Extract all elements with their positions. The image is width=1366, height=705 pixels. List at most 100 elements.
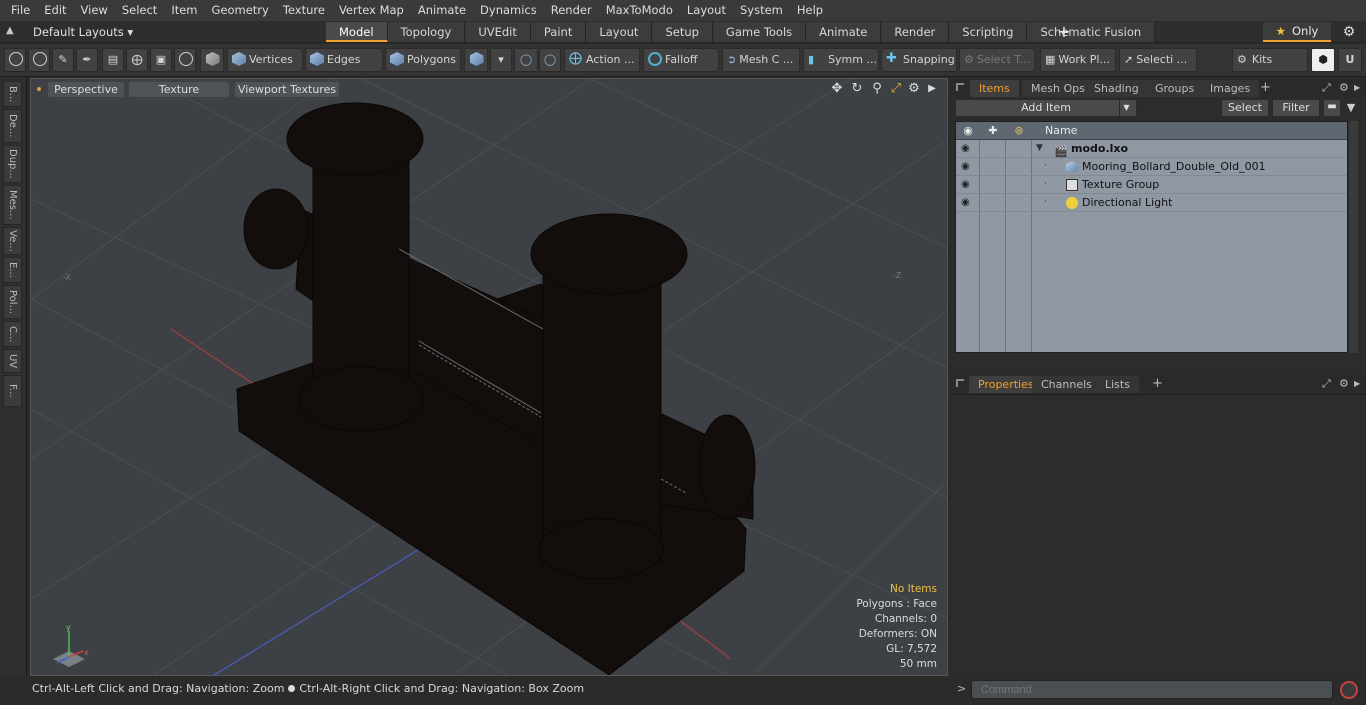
transform-button[interactable]: ▣ [150,48,172,72]
funnel-icon[interactable]: ▼ [1343,100,1359,116]
pen-button[interactable]: ✎ [52,48,74,72]
tool-vertex[interactable]: Ve... [3,227,22,255]
chevron-down-icon[interactable]: ▼ [1119,100,1133,116]
list-item[interactable]: ◉ · Mooring_Bollard_Double_Old_001 [956,158,1347,176]
layout-dropdown[interactable]: Default Layouts ▾ [33,21,133,43]
pivot-shield-button[interactable]: ◯ [539,48,561,72]
maximize-view-icon[interactable]: ⤢ [888,81,904,97]
rotate-view-icon[interactable]: ↻ [849,81,865,97]
menu-render[interactable]: Render [544,0,599,21]
menu-system[interactable]: System [733,0,790,21]
globe-button[interactable] [28,48,50,72]
tool-fusion[interactable]: F... [3,375,22,407]
eye-icon[interactable]: ◉ [961,176,970,193]
polygons-button[interactable]: Polygons [385,48,461,72]
tool-deform[interactable]: De... [3,109,22,143]
item-list-scrollbar[interactable] [1349,121,1358,353]
select-button[interactable]: Select [1221,99,1269,117]
tab-topology[interactable]: Topology [387,22,466,42]
command-input[interactable] [971,680,1333,699]
add-tab-button[interactable]: + [1056,22,1072,42]
work-plane-button[interactable]: ▦ Work Pl... [1040,48,1116,72]
mesh-constraint-button[interactable]: ➲ Mesh C ... [722,48,800,72]
item-list[interactable]: ◉ ✚ ⊛ Name ◉ ▼ 🎬 modo.lxo ◉ · Mooring_Bo… [955,121,1348,353]
tab-shading[interactable]: Shading [1085,80,1148,97]
add-item-button[interactable]: Add Item ▼ [955,99,1137,117]
command-history-icon[interactable]: > [957,682,966,695]
action-center-button[interactable]: ⨁ Action ... [564,48,640,72]
symmetry-button[interactable]: ▮ Symm ... [803,48,879,72]
timer-button[interactable] [174,48,196,72]
panel-gear-icon[interactable]: ⚙ [1339,376,1349,392]
tab-render[interactable]: Render [881,22,950,42]
filter-button[interactable]: Filter [1272,99,1320,117]
material-button[interactable] [464,48,488,72]
menu-texture[interactable]: Texture [276,0,332,21]
column-name[interactable]: Name [1045,122,1077,140]
selection-sets-button[interactable]: ➚ Selecti ... [1119,48,1197,72]
add-panel-tab-icon[interactable]: + [1152,376,1163,392]
unity-button[interactable]: ⬢ [1311,48,1335,72]
select-through-button[interactable]: ⚙ Select T... [959,48,1035,72]
tab-items[interactable]: Items [970,80,1019,97]
tab-uvedit[interactable]: UVEdit [465,22,531,42]
tab-scripting[interactable]: Scripting [949,22,1028,42]
material-dropdown[interactable]: ▾ [490,48,512,72]
panel-menu-icon[interactable]: ▶ [1354,376,1360,392]
unreal-button[interactable]: U [1338,48,1362,72]
panel-gear-icon[interactable]: ⚙ [1339,80,1349,96]
tab-images[interactable]: Images [1201,80,1260,97]
panel-corner-icon[interactable] [956,83,964,91]
select-circle-button[interactable] [4,48,26,72]
viewport-textures-dropdown[interactable]: Viewport Textures [235,82,339,97]
tool-duplicate[interactable]: Dup... [3,145,22,183]
menu-view[interactable]: View [74,0,115,21]
record-macro-icon[interactable] [1340,681,1358,699]
tab-game-tools[interactable]: Game Tools [712,22,807,42]
list-item[interactable]: ◉ · Texture Group [956,176,1347,194]
only-toggle[interactable]: ★ Only [1263,22,1331,42]
tab-schematic-fusion[interactable]: Schematic Fusion [1027,22,1156,42]
eye-icon[interactable]: ◉ [961,140,970,157]
eye-icon[interactable]: ◉ [960,122,976,140]
symmetry-shield-button[interactable]: ◯ [514,48,538,72]
edges-button[interactable]: Edges [305,48,383,72]
menu-layout[interactable]: Layout [680,0,733,21]
tool-curve[interactable]: C... [3,321,22,347]
snapping-button[interactable]: ✚ Snapping [881,48,957,72]
tab-mesh-ops[interactable]: Mesh Ops [1022,80,1094,97]
tool-basic[interactable]: B... [3,81,22,107]
tab-model[interactable]: Model [326,22,388,42]
lock-header-icon[interactable]: ✚ [984,122,1002,140]
menu-edit[interactable]: Edit [37,0,73,21]
viewport-settings-icon[interactable]: ⚙ [906,81,922,97]
layout-toggle-icon[interactable]: ▲ [6,25,20,39]
center-button[interactable]: ⨁ [126,48,148,72]
move-view-icon[interactable]: ✥ [829,81,845,97]
tab-layout[interactable]: Layout [586,22,653,42]
menu-file[interactable]: File [4,0,37,21]
menu-select[interactable]: Select [115,0,164,21]
menu-animate[interactable]: Animate [411,0,473,21]
list-item[interactable]: ◉ ▼ 🎬 modo.lxo [956,140,1347,158]
brush-button[interactable]: ✒ [76,48,98,72]
shading-dropdown[interactable]: Texture [129,82,229,97]
menu-geometry[interactable]: Geometry [205,0,276,21]
tab-groups[interactable]: Groups [1146,80,1204,97]
tab-channels[interactable]: Channels [1032,376,1101,393]
kits-button[interactable]: ⚙ Kits [1232,48,1308,72]
viewport-expand-icon[interactable]: ▶ [924,81,940,97]
eye-icon[interactable]: ◉ [961,158,970,175]
tab-lists[interactable]: Lists [1096,376,1139,393]
tool-polygon[interactable]: Pol... [3,285,22,319]
align-button[interactable]: ▤ [102,48,124,72]
expand-panel-icon[interactable]: ⤢ [1322,376,1331,392]
tool-uv[interactable]: UV [3,349,22,373]
3d-viewport[interactable]: Perspective Texture Viewport Textures ✥ … [30,78,948,676]
add-panel-tab-icon[interactable]: + [1260,80,1271,96]
eye-icon[interactable]: ◉ [961,194,970,211]
axes-header-icon[interactable]: ⊛ [1010,122,1028,140]
falloff-button[interactable]: Falloff [643,48,719,72]
menu-item[interactable]: Item [164,0,204,21]
tool-edge[interactable]: E... [3,257,22,283]
